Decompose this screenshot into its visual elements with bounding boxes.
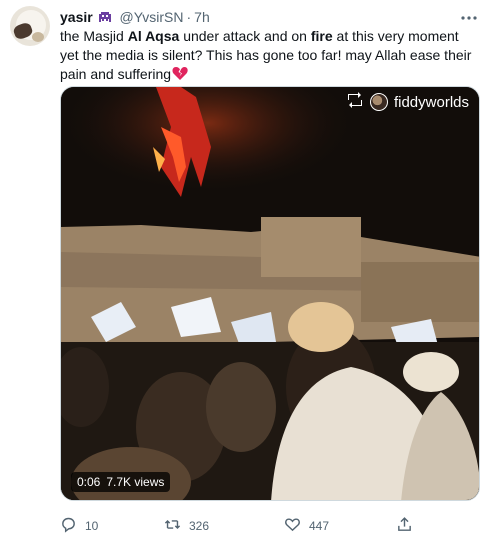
- tweet[interactable]: yasir @YvsirSN · 7h the Masjid Al Aqsa und…: [0, 0, 489, 545]
- alien-monster-icon: [98, 9, 112, 29]
- tweet-text-part: under attack and on: [179, 28, 311, 44]
- video-media[interactable]: fiddyworlds 0:06 7.7K views: [60, 86, 480, 501]
- video-frame: [61, 87, 479, 500]
- watermark-username: fiddyworlds: [393, 93, 469, 111]
- share-icon: [396, 516, 413, 536]
- share-button[interactable]: [396, 514, 413, 538]
- retweet-button[interactable]: 326: [164, 514, 209, 538]
- tweet-text-bold[interactable]: Al Aqsa: [128, 28, 180, 44]
- tweet-text-part: the Masjid: [60, 28, 128, 44]
- reply-icon: [60, 516, 77, 536]
- video-duration: 0:06: [77, 475, 101, 489]
- more-icon[interactable]: [459, 8, 479, 28]
- reply-button[interactable]: 10: [60, 514, 98, 538]
- retweet-count: 326: [189, 519, 210, 533]
- reply-count: 10: [85, 519, 99, 533]
- timestamp[interactable]: 7h: [194, 9, 210, 25]
- user-handle[interactable]: @YvsirSN: [119, 9, 183, 25]
- tweet-text: the Masjid Al Aqsa under attack and on f…: [60, 27, 472, 86]
- separator-dot: ·: [186, 9, 192, 25]
- tweet-text-bold[interactable]: fire: [311, 28, 333, 44]
- broken-heart-icon: [172, 66, 188, 86]
- heart-icon: [284, 516, 301, 536]
- tweet-actions: 10 326 447: [60, 514, 460, 538]
- video-views: 7.7K views: [106, 475, 165, 489]
- repost-icon: [346, 92, 364, 112]
- like-button[interactable]: 447: [284, 514, 329, 538]
- retweet-icon: [164, 516, 181, 536]
- like-count: 447: [309, 519, 330, 533]
- display-name[interactable]: yasir: [60, 9, 93, 25]
- video-stats: 0:06 7.7K views: [71, 472, 171, 492]
- tweet-header: yasir @YvsirSN · 7h: [60, 7, 469, 27]
- repost-watermark: fiddyworlds: [346, 91, 469, 113]
- watermark-avatar: [369, 93, 388, 111]
- avatar[interactable]: [10, 6, 50, 46]
